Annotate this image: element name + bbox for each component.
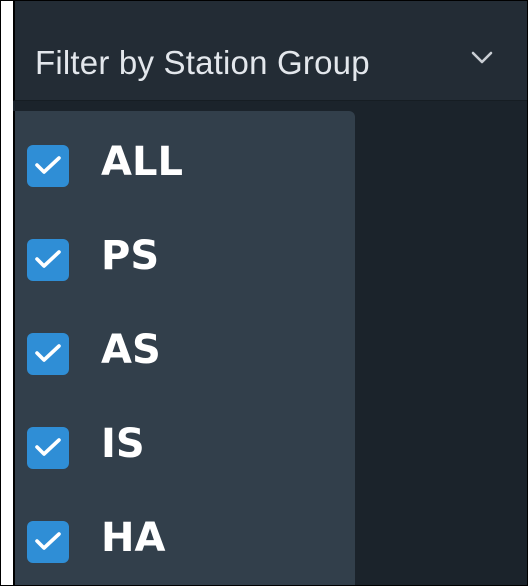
screenshot-frame: Filter by Station Group ALL PS AS IS HA — [0, 0, 528, 586]
station-group-options-menu: ALL PS AS IS HA — [13, 111, 355, 585]
option-ps[interactable]: PS — [15, 225, 355, 295]
checkbox-ha[interactable] — [27, 521, 69, 563]
checkmark-icon — [35, 344, 61, 362]
option-ha[interactable]: HA — [15, 507, 355, 577]
option-all[interactable]: ALL — [15, 131, 355, 201]
option-label: PS — [101, 233, 160, 279]
left-margin — [1, 1, 13, 585]
checkmark-icon — [35, 250, 61, 268]
content-area — [357, 101, 527, 585]
checkbox-all[interactable] — [27, 145, 69, 187]
option-label: HA — [101, 515, 166, 561]
option-label: IS — [101, 421, 145, 467]
checkmark-icon — [35, 532, 61, 550]
station-group-filter-dropdown[interactable]: Filter by Station Group — [13, 1, 527, 101]
option-is[interactable]: IS — [15, 413, 355, 483]
checkbox-ps[interactable] — [27, 239, 69, 281]
checkmark-icon — [35, 156, 61, 174]
dropdown-label: Filter by Station Group — [35, 44, 370, 81]
option-label: ALL — [101, 139, 183, 185]
option-as[interactable]: AS — [15, 319, 355, 389]
checkbox-is[interactable] — [27, 427, 69, 469]
checkbox-as[interactable] — [27, 333, 69, 375]
chevron-down-icon[interactable] — [471, 51, 493, 65]
option-label: AS — [101, 327, 161, 373]
checkmark-icon — [35, 438, 61, 456]
